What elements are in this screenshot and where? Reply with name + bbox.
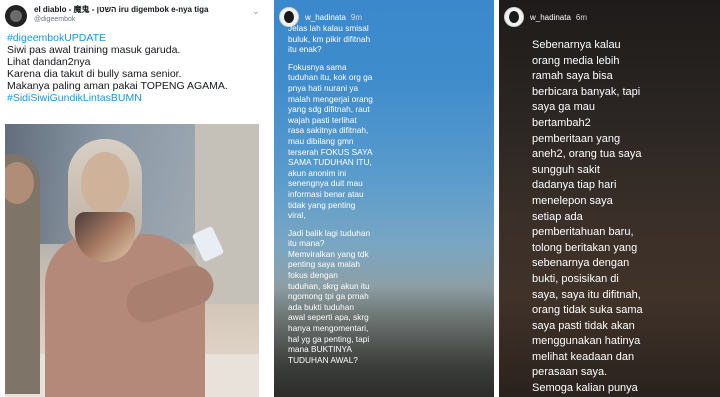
tweet-line: Lihat dandan2nya bbox=[7, 56, 91, 68]
story-line: malah mengerjai orang bbox=[288, 93, 373, 104]
tweet-line: Makanya paling aman pakai TOPENG AGAMA. bbox=[7, 80, 228, 92]
avatar[interactable] bbox=[504, 7, 524, 27]
story-line: penting saya malah bbox=[288, 259, 360, 270]
story-line: tolong beritakan yang bbox=[532, 241, 638, 254]
story-line: pemberitaan yang bbox=[532, 132, 621, 145]
story-line: bukti, posisikan di bbox=[532, 272, 619, 285]
story-line: mau dibilang gmn bbox=[288, 135, 354, 146]
story-line: senengnya duit mau bbox=[288, 178, 363, 189]
story-line: akun anonim ini bbox=[288, 167, 347, 178]
story-line: hal yg ga penting, tapi bbox=[288, 333, 370, 344]
tweet-header: el diablo - 魔鬼 - השטן iru digembok e-nya… bbox=[5, 5, 208, 27]
story-line: sungguh sakit bbox=[532, 163, 600, 176]
photo-face bbox=[81, 152, 129, 214]
story-line: awal seperti apa, skrg bbox=[288, 312, 369, 323]
hashtag-link[interactable]: #SidiSiwiGundikLintasBUMN bbox=[7, 92, 261, 104]
story-line: terserah FOKUS SAYA bbox=[288, 146, 373, 157]
story-timestamp: 9m bbox=[350, 12, 363, 22]
story-line: Sebenarnya kalau bbox=[532, 39, 621, 51]
story-line: SAMA TUDUHAN ITU, bbox=[288, 157, 372, 168]
story-line: buluk, km pikir difitnah bbox=[288, 33, 371, 44]
tweet-photo[interactable] bbox=[5, 124, 259, 397]
story-line: TUDUHAN AWAL? bbox=[288, 354, 358, 365]
story-line: menelepon saya bbox=[532, 194, 613, 207]
author-name[interactable]: el diablo - 魔鬼 - השטן iru digembok e-nya… bbox=[34, 5, 208, 15]
story-line: sebenarnya dengan bbox=[532, 257, 630, 270]
story-username[interactable]: w_hadinata bbox=[305, 13, 346, 22]
tweet-text: #digeembokUPDATE Siwi pas awal training m… bbox=[7, 32, 261, 104]
story-line: fokus dengan bbox=[288, 270, 338, 281]
story-line: hanya mengomentari, bbox=[288, 323, 369, 334]
story-line: orang tidak suka sama bbox=[532, 304, 643, 317]
story-line: saya, saya itu difitnah, bbox=[532, 288, 641, 301]
story-line: itu mana? bbox=[288, 238, 325, 249]
tweet-line: Siwi pas awal training masuk garuda. bbox=[7, 44, 181, 56]
story-line: melihat keadaan dan bbox=[532, 350, 635, 363]
story-username[interactable]: w_hadinata bbox=[530, 13, 571, 22]
story-line: ada bukti tuduhan bbox=[288, 301, 354, 312]
story-line: saya ga mau bbox=[532, 101, 595, 114]
tweet-line: Karena dia takut di bully sama senior. bbox=[7, 68, 182, 80]
story-header: w_hadinata 6m bbox=[504, 7, 587, 27]
story-line: Jelas lah kalau smisal bbox=[288, 23, 369, 33]
story-timestamp: 6m bbox=[575, 12, 588, 22]
story-line: Jadi balik lagi tuduhan bbox=[288, 227, 371, 238]
story-line: yang sdg difitnah, raut bbox=[288, 104, 370, 115]
story-line: perasaan saya. bbox=[532, 366, 608, 379]
avatar[interactable] bbox=[5, 5, 27, 27]
story-line: mana BUKTINYA bbox=[288, 344, 352, 355]
story-line: bertambah2 bbox=[532, 116, 591, 129]
story-line: dadanya tiap hari bbox=[532, 179, 617, 192]
story-line: Memviralkan yang tdk bbox=[288, 248, 369, 259]
story-line: orang media lebih bbox=[532, 54, 620, 67]
story-panel-1: w_hadinata 9m Jelas lah kalau smisal bulu… bbox=[274, 0, 494, 397]
story-line: itu enak? bbox=[288, 44, 322, 55]
story-line: menggunakan hatinya bbox=[532, 335, 641, 348]
story-line: tidak yang penting bbox=[288, 199, 356, 210]
story-text: Sebenarnya kalau orang media lebih ramah s… bbox=[532, 38, 718, 397]
story-line: aneh2, orang tua saya bbox=[532, 148, 642, 161]
story-line: tuduhan, skrg akun itu bbox=[288, 280, 370, 291]
story-line: pnya hati nurani ya bbox=[288, 82, 359, 93]
story-line: rasa sakitnya difitnah, bbox=[288, 125, 369, 136]
story-line: berbicara banyak, tapi bbox=[532, 85, 641, 98]
story-line: tuduhan itu, kok org ga bbox=[288, 72, 373, 83]
tweet-author: el diablo - 魔鬼 - השטן iru digembok e-nya… bbox=[34, 5, 208, 25]
story-line: setiap ada bbox=[532, 210, 583, 223]
story-panel-2: w_hadinata 6m Sebenarnya kalau orang medi… bbox=[499, 0, 720, 397]
story-text: Jelas lah kalau smisal buluk, km pikir di… bbox=[288, 23, 484, 365]
story-line: viral, bbox=[288, 210, 306, 221]
story-line: pemberitahuan baru, bbox=[532, 226, 634, 239]
story-line: informasi benar atau bbox=[288, 188, 364, 199]
story-line: saya pasti tidak akan bbox=[532, 319, 635, 332]
chevron-down-icon[interactable]: ⌄ bbox=[252, 6, 260, 17]
author-handle[interactable]: @digeembok bbox=[34, 15, 208, 25]
story-line: Fokusnya sama bbox=[288, 61, 347, 72]
photo-person-body bbox=[45, 234, 205, 397]
tweet-card: el diablo - 魔鬼 - השטן iru digembok e-nya… bbox=[0, 0, 264, 397]
story-line: wajah pasti terlihat bbox=[288, 114, 357, 125]
story-line: ngomong tpi ga prnah bbox=[288, 291, 369, 302]
story-line: Semoga kalian punya bbox=[532, 382, 638, 395]
story-line: ramah saya bisa bbox=[532, 70, 613, 83]
hashtag-link[interactable]: #digeembokUPDATE bbox=[7, 32, 261, 44]
